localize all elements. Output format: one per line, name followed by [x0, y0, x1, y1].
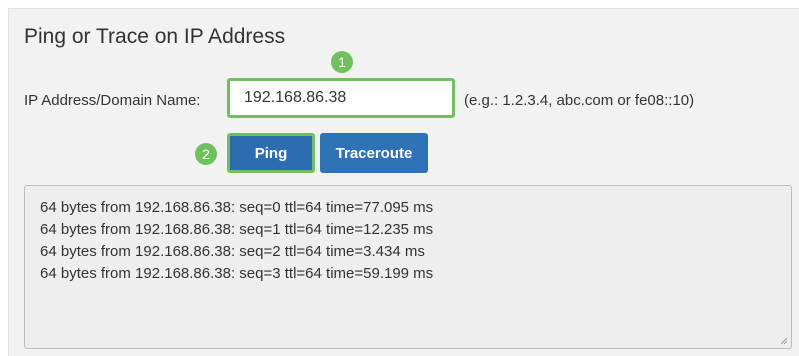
traceroute-button[interactable]: Traceroute — [320, 133, 428, 173]
ping-trace-panel: Ping or Trace on IP Address IP Address/D… — [8, 8, 799, 356]
ip-address-label: IP Address/Domain Name: — [24, 92, 201, 109]
ping-output-area[interactable]: 64 bytes from 192.168.86.38: seq=0 ttl=6… — [24, 185, 792, 349]
ping-button[interactable]: Ping — [227, 133, 315, 173]
ip-address-hint: (e.g.: 1.2.3.4, abc.com or fe08::10) — [464, 92, 695, 109]
resize-handle-icon[interactable] — [780, 337, 788, 345]
step-1-callout: 1 — [331, 51, 353, 73]
output-line: 64 bytes from 192.168.86.38: seq=1 ttl=6… — [40, 221, 434, 238]
step-2-callout: 2 — [195, 143, 217, 165]
output-line: 64 bytes from 192.168.86.38: seq=2 ttl=6… — [40, 243, 425, 260]
output-line: 64 bytes from 192.168.86.38: seq=3 ttl=6… — [40, 265, 434, 282]
ip-address-input[interactable] — [227, 78, 455, 118]
page-title: Ping or Trace on IP Address — [24, 25, 286, 48]
output-line: 64 bytes from 192.168.86.38: seq=0 ttl=6… — [40, 199, 434, 216]
